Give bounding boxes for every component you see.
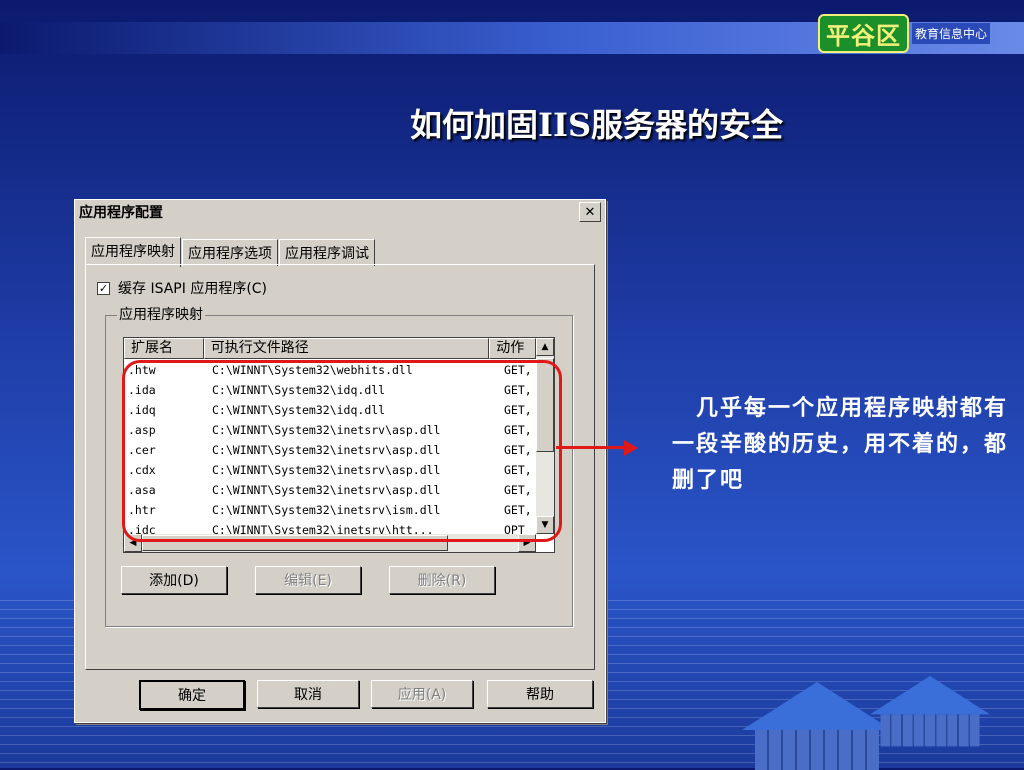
- cache-isapi-label: 缓存 ISAPI 应用程序(C): [118, 281, 268, 297]
- apply-button[interactable]: 应用(A): [371, 680, 473, 708]
- logo-main-text: 平谷区: [818, 13, 909, 53]
- tab-app-options[interactable]: 应用程序选项: [182, 239, 278, 266]
- scroll-up-button[interactable]: ▲: [536, 338, 554, 356]
- tab-strip: 应用程序映射 应用程序选项 应用程序调试: [85, 236, 376, 267]
- add-button[interactable]: 添加(D): [121, 566, 227, 594]
- cache-isapi-checkbox[interactable]: ✓: [97, 281, 110, 295]
- close-button[interactable]: ✕: [579, 202, 601, 222]
- delete-button[interactable]: 删除(R): [389, 566, 495, 594]
- mapping-group-label: 应用程序映射: [117, 304, 205, 324]
- help-button[interactable]: 帮助: [487, 680, 593, 708]
- dialog-title: 应用程序配置: [79, 205, 163, 221]
- arrow-line: [556, 446, 628, 449]
- cache-isapi-checkbox-row[interactable]: ✓ 缓存 ISAPI 应用程序(C): [97, 278, 267, 298]
- logo: 平谷区 教育信息中心: [818, 13, 991, 53]
- chevron-up-icon: ▲: [541, 342, 549, 352]
- arrow-head-icon: [624, 440, 638, 456]
- tab-app-mapping[interactable]: 应用程序映射: [85, 237, 181, 267]
- column-header-extension[interactable]: 扩展名: [124, 338, 204, 359]
- logo-sub-text: 教育信息中心: [912, 22, 991, 44]
- highlight-box: [122, 360, 562, 542]
- close-icon: ✕: [584, 204, 596, 220]
- edit-button[interactable]: 编辑(E): [255, 566, 361, 594]
- listview-header: 扩展名 可执行文件路径 动作: [124, 338, 536, 359]
- yurt-decoration-small: [870, 676, 990, 747]
- column-header-path[interactable]: 可执行文件路径: [203, 338, 490, 359]
- column-header-verbs[interactable]: 动作: [489, 338, 536, 359]
- dialog-titlebar[interactable]: 应用程序配置 ✕: [75, 200, 605, 224]
- slide-title: 如何加固IIS服务器的安全: [410, 106, 784, 144]
- cancel-button[interactable]: 取消: [257, 680, 359, 708]
- tab-app-debugging[interactable]: 应用程序调试: [279, 239, 375, 266]
- ok-button[interactable]: 确定: [139, 680, 245, 710]
- annotation-text: 几乎每一个应用程序映射都有一段辛酸的历史，用不着的，都删了吧: [672, 395, 1009, 493]
